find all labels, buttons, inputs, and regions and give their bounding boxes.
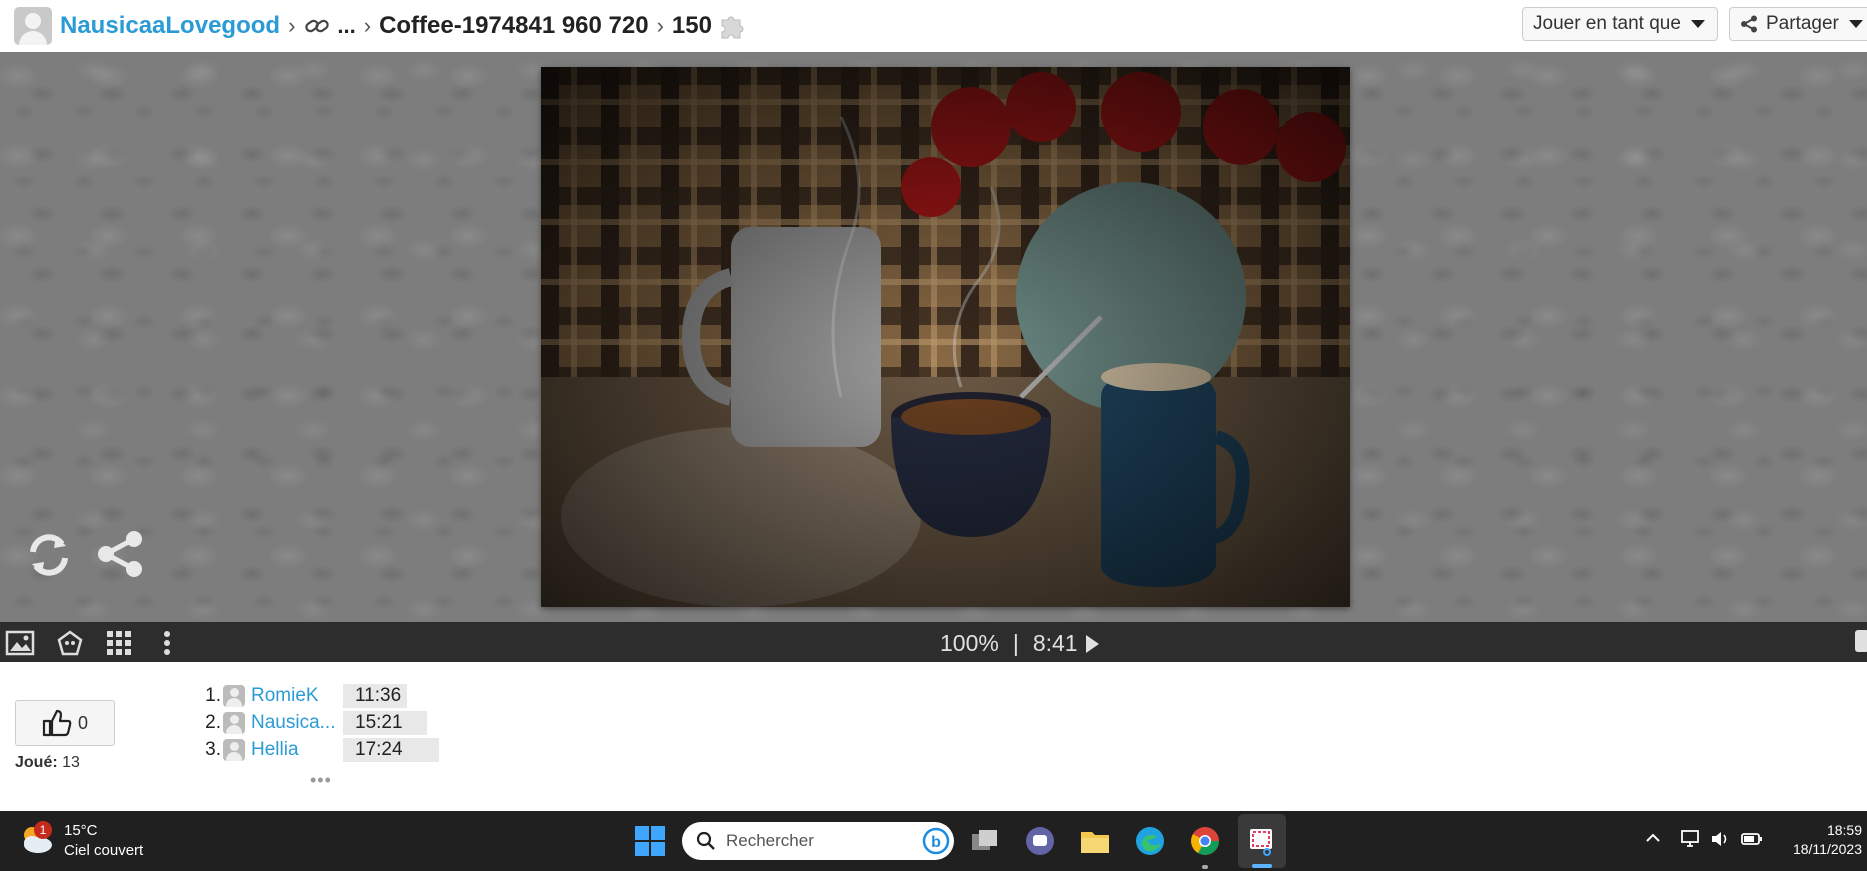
play-as-label: Jouer en tant que [1533, 13, 1681, 34]
puzzle-image[interactable] [541, 67, 1350, 607]
play-icon[interactable] [1085, 634, 1099, 653]
rank: 3. [205, 738, 221, 760]
chevron-right-icon: › [288, 13, 296, 38]
more-scores-button[interactable]: ••• [310, 770, 332, 791]
leaderboard-row: 2. Nausica... 15:21 [203, 709, 439, 736]
breadcrumb-user[interactable]: NausicaaLovegood [60, 12, 280, 40]
completion-time: 15:21 [343, 710, 427, 735]
like-count: 0 [77, 712, 88, 733]
player-link[interactable]: RomieK [251, 685, 343, 707]
task-view-icon[interactable] [968, 824, 1002, 858]
breadcrumb-ellipsis[interactable]: ... [337, 13, 355, 39]
refresh-icon[interactable] [24, 530, 74, 580]
puzzle-title[interactable]: Coffee-1974841 960 720 [379, 12, 649, 40]
chevron-right-icon: › [656, 13, 664, 38]
clock-date: 18/11/2023 [1792, 841, 1862, 857]
completion-time: 11:36 [343, 683, 407, 708]
avatar[interactable] [223, 684, 245, 707]
played-stat: Joué: 13 [15, 754, 80, 772]
ghost-icon[interactable] [56, 630, 84, 658]
link-icon[interactable] [303, 14, 331, 38]
divider: | [1012, 630, 1019, 656]
more-vertical-icon[interactable] [163, 630, 171, 656]
chevron-right-icon: › [363, 13, 372, 38]
leaderboard: 1. RomieK 11:36 2. Nausica... 15:21 3. H… [203, 682, 439, 763]
zoom-level: 100% [940, 630, 999, 656]
search-icon [696, 831, 715, 850]
share-icon [1741, 15, 1757, 33]
status-display: 100% | 8:41 [940, 630, 1099, 657]
rank: 2. [205, 711, 221, 733]
taskbar-search[interactable]: Rechercher b [682, 822, 954, 860]
control-bar: 100% | 8:41 [0, 622, 1867, 662]
image-icon[interactable] [5, 630, 35, 656]
windows-start-icon[interactable] [633, 824, 667, 858]
completion-time: 17:24 [343, 737, 439, 762]
weather-widget[interactable]: 1 15°C Ciel couvert [18, 821, 143, 861]
player-link[interactable]: Hellia [251, 739, 343, 761]
weather-condition: Ciel couvert [64, 842, 144, 859]
play-as-dropdown[interactable]: Jouer en tant que [1522, 7, 1718, 41]
rank: 1. [205, 684, 221, 706]
chrome-icon[interactable] [1188, 824, 1222, 858]
clock-time: 18:59 [1826, 822, 1862, 838]
played-count: 13 [62, 754, 80, 771]
played-label: Joué: [15, 754, 58, 771]
chevron-up-icon[interactable] [1644, 829, 1662, 847]
thumbs-up-icon [42, 709, 72, 737]
fullscreen-icon[interactable] [1855, 630, 1867, 652]
search-placeholder: Rechercher [726, 831, 814, 850]
header-bar: NausicaaLovegood › ... › Coffee-1974841 … [0, 0, 1867, 52]
bing-icon[interactable]: b [922, 827, 950, 855]
puzzle-piece-icon [721, 16, 744, 39]
network-icon[interactable] [1680, 829, 1702, 849]
temperature: 15°C [64, 822, 98, 839]
avatar[interactable] [223, 738, 245, 761]
leaderboard-row: 3. Hellia 17:24 [203, 736, 439, 763]
share-dropdown[interactable]: Partager [1729, 7, 1867, 41]
puzzle-stage[interactable] [0, 52, 1867, 622]
grid-icon[interactable] [106, 630, 132, 656]
player-link[interactable]: Nausica... [251, 712, 343, 734]
active-app-indicator [1252, 864, 1272, 868]
caret-down-icon [1690, 20, 1705, 28]
share-icon[interactable] [96, 530, 144, 578]
taskbar: 1 15°C Ciel couvert Rechercher b 18:59 1… [0, 811, 1867, 871]
edge-icon[interactable] [1133, 824, 1167, 858]
volume-icon[interactable] [1710, 829, 1730, 849]
share-label: Partager [1766, 13, 1839, 34]
leaderboard-row: 1. RomieK 11:36 [203, 682, 439, 709]
battery-icon[interactable] [1741, 829, 1763, 849]
teams-chat-icon[interactable] [1023, 824, 1057, 858]
user-avatar[interactable] [14, 7, 52, 45]
notification-badge: 1 [34, 821, 52, 839]
file-explorer-icon[interactable] [1078, 824, 1112, 858]
system-clock[interactable]: 18:59 18/11/2023 [1780, 821, 1862, 859]
like-button[interactable]: 0 [15, 700, 115, 746]
avatar[interactable] [223, 711, 245, 734]
svg-text:b: b [931, 834, 941, 851]
caret-down-icon [1848, 20, 1863, 28]
timer: 8:41 [1032, 630, 1078, 656]
snipping-tool-icon[interactable] [1245, 824, 1279, 858]
piece-count: 150 [671, 12, 712, 39]
side-controls [24, 530, 144, 580]
app-running-indicator [1202, 865, 1208, 869]
